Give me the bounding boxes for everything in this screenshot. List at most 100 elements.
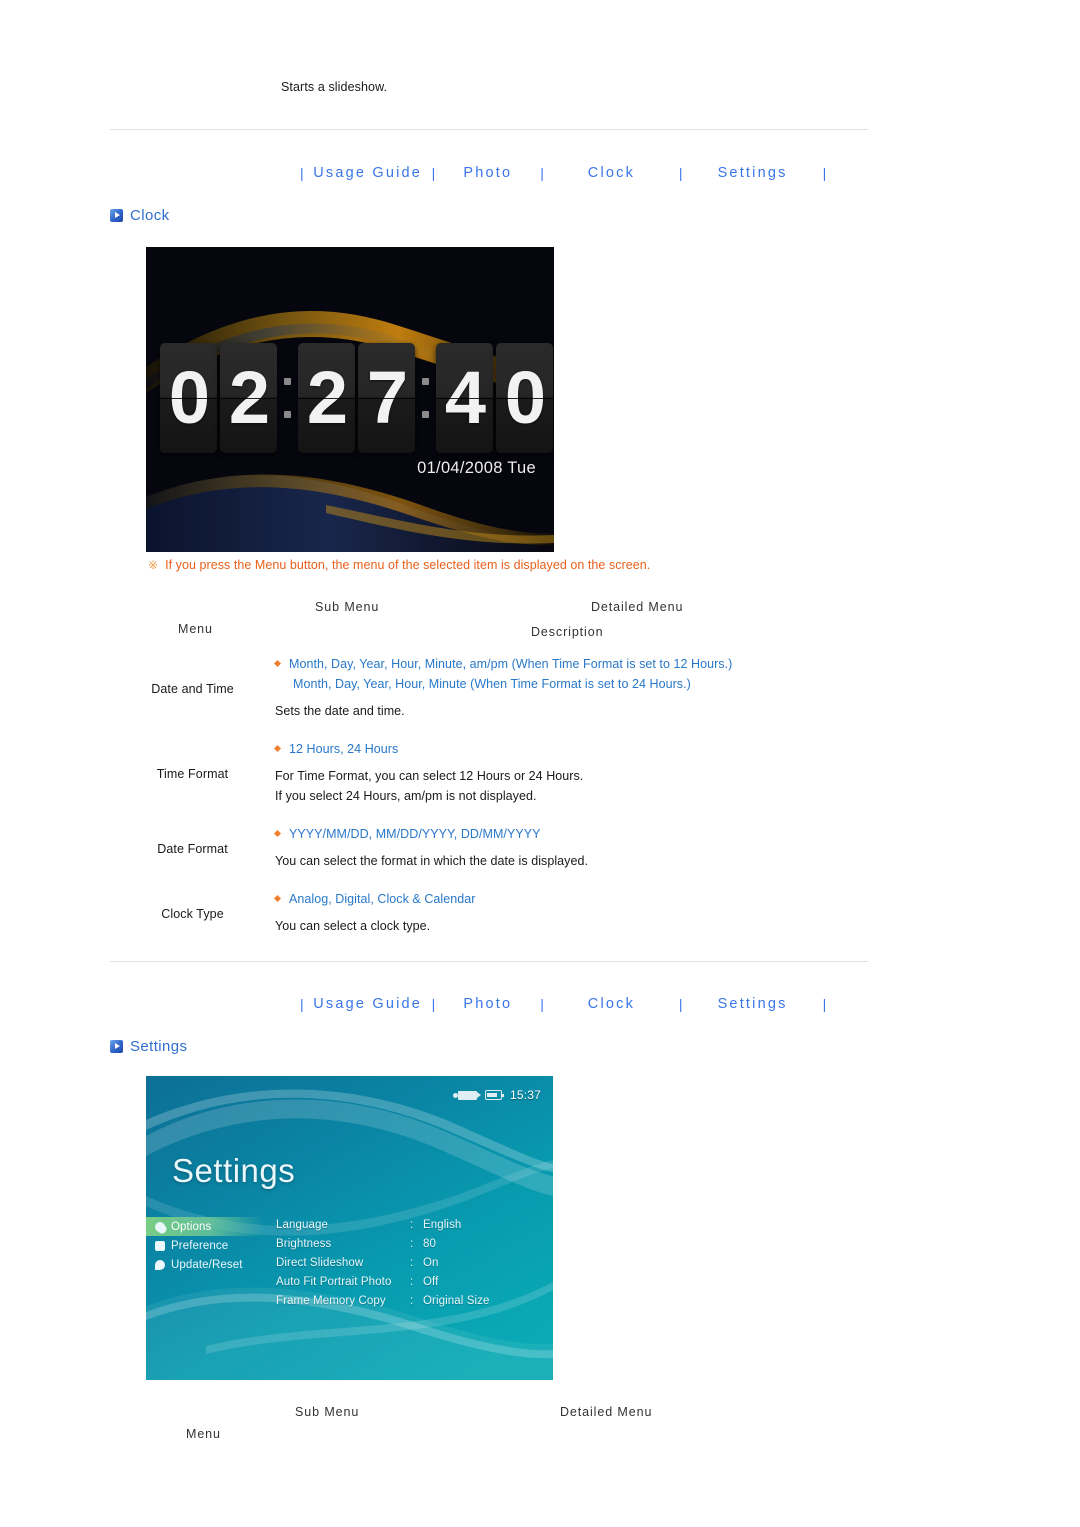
settings-category-preference[interactable]: Preference [146,1236,264,1255]
magnifier-icon [155,1221,165,1232]
table-row: Date Format YYYY/MM/DD, MM/DD/YYYY, DD/M… [110,816,868,881]
settings-option-row[interactable]: Brightness : 80 [276,1234,553,1253]
flip-card: 7 [358,343,415,453]
header-detailed-menu: Detailed Menu [591,600,684,614]
row-description: If you select 24 Hours, am/pm is not dis… [275,789,537,803]
row-option: YYYY/MM/DD, MM/DD/YYYY, DD/MM/YYYY [273,824,868,844]
nav-link-usage-guide[interactable]: Usage Guide [313,996,422,1012]
play-square-icon [110,1040,123,1053]
clock-section-heading: Clock [110,207,170,224]
settings-option-value: Original Size [423,1294,490,1307]
flip-card: 2 [220,343,277,453]
settings-option-list: Language : English Brightness : 80 Direc… [264,1215,553,1310]
nav-link-photo[interactable]: Photo [463,996,512,1012]
settings-option-row[interactable]: Auto Fit Portrait Photo : Off [276,1272,553,1291]
nav-link-clock[interactable]: Clock [588,996,635,1012]
flip-digit: 7 [366,356,408,439]
flip-clock-digits: 0 2 2 7 4 0 [160,343,553,453]
nav-separator: | [822,165,827,181]
settings-heading-label: Settings [130,1038,188,1055]
flip-digit: 4 [444,356,486,439]
row-description: You can select a clock type. [275,919,431,933]
clock-colon-separator [280,343,295,453]
flip-digit: 0 [504,356,546,439]
diamond-bullet-icon [273,894,282,903]
diamond-bullet-icon [273,659,282,668]
settings-category-update-reset[interactable]: Update/Reset [146,1255,264,1274]
row-option-text: Analog, Digital, Clock & Calendar [289,892,476,906]
settings-category-label: Preference [171,1239,229,1252]
clock-colon-separator [418,343,433,453]
row-option-text: YYYY/MM/DD, MM/DD/YYYY, DD/MM/YYYY [289,827,541,841]
table-row: Clock Type Analog, Digital, Clock & Cale… [110,881,868,946]
settings-option-label: Language [276,1218,328,1231]
flip-card: 2 [298,343,355,453]
row-body: Analog, Digital, Clock & Calendar You ca… [273,881,868,946]
menu-button-note: ※ If you press the Menu button, the menu… [148,558,650,572]
settings-option-label: Auto Fit Portrait Photo [276,1275,392,1288]
settings-spec-table: Menu Sub Menu Detailed Menu [110,1405,868,1451]
settings-option-colon: : [410,1275,414,1288]
clock-spec-table: Menu Sub Menu Detailed Menu Description … [110,600,868,946]
row-menu-label: Clock Type [161,906,224,921]
header-sub-menu: Sub Menu [295,1405,360,1419]
nav-link-usage-guide[interactable]: Usage Guide [313,165,422,181]
flip-digit: 2 [306,356,348,439]
row-option: Month, Day, Year, Hour, Minute (When Tim… [275,674,868,694]
table-header-row: Menu Sub Menu Detailed Menu [110,1405,868,1451]
row-menu-label: Time Format [156,766,229,781]
row-description: Sets the date and time. [275,704,405,718]
usb-icon [452,1090,481,1100]
settings-category-list: Options Preference Update/Reset [146,1215,264,1310]
settings-option-row[interactable]: Frame Memory Copy : Original Size [276,1291,553,1310]
flip-card: 0 [160,343,217,453]
nav-link-photo[interactable]: Photo [463,165,512,181]
settings-option-value: English [423,1218,462,1231]
row-body: 12 Hours, 24 Hours For Time Format, you … [273,731,868,816]
flip-digit: 2 [228,356,270,439]
settings-option-colon: : [410,1256,414,1269]
settings-option-label: Direct Slideshow [276,1256,364,1269]
status-time-label: 15:37 [509,1088,541,1102]
section-nav-settings: | Usage Guide | Photo | Clock | Settings… [300,996,870,1012]
menu-button-note-text: If you press the Menu button, the menu o… [165,558,651,572]
nav-link-clock[interactable]: Clock [588,165,635,181]
settings-option-row[interactable]: Language : English [276,1215,553,1234]
settings-option-row[interactable]: Direct Slideshow : On [276,1253,553,1272]
flip-card: 4 [436,343,493,453]
row-menu-label: Date Format [157,841,228,856]
section-nav-clock: | Usage Guide | Photo | Clock | Settings… [300,165,870,181]
settings-category-label: Update/Reset [171,1258,243,1271]
row-body: YYYY/MM/DD, MM/DD/YYYY, DD/MM/YYYY You c… [273,816,868,881]
row-option-text: 12 Hours, 24 Hours [289,742,399,756]
nav-link-settings[interactable]: Settings [718,996,788,1012]
divider-top [110,129,868,130]
row-body: Month, Day, Year, Hour, Minute, am/pm (W… [273,646,868,731]
flip-digit: 0 [168,356,210,439]
divider-middle [110,961,868,962]
settings-option-value: On [423,1256,439,1269]
clock-date-label: 01/04/2008 Tue [417,459,536,477]
table-row: Time Format 12 Hours, 24 Hours For Time … [110,731,868,816]
play-square-icon [110,209,123,222]
nav-link-settings[interactable]: Settings [718,165,788,181]
device-status-bar: 15:37 [452,1088,541,1102]
settings-category-options[interactable]: Options [146,1217,264,1236]
settings-section-heading: Settings [110,1038,187,1055]
header-description: Description [531,625,604,639]
settings-option-colon: : [410,1237,414,1250]
update-icon [155,1259,165,1270]
diamond-bullet-icon [273,829,282,838]
clock-heading-label: Clock [130,207,170,224]
nav-separator: | [822,996,827,1012]
settings-device-screenshot: 15:37 Settings Options Preference Update… [146,1076,553,1380]
settings-option-colon: : [410,1218,414,1231]
settings-option-label: Brightness [276,1237,332,1250]
row-option: 12 Hours, 24 Hours [273,739,868,759]
clock-device-screenshot: 0 2 2 7 4 0 01/04/2008 Tue [146,247,554,552]
settings-category-label: Options [171,1220,212,1233]
device-screen-title: Settings [172,1152,296,1189]
preference-icon [155,1240,165,1251]
row-menu-label: Date and Time [151,681,234,696]
table-row: Date and Time Month, Day, Year, Hour, Mi… [110,646,868,731]
